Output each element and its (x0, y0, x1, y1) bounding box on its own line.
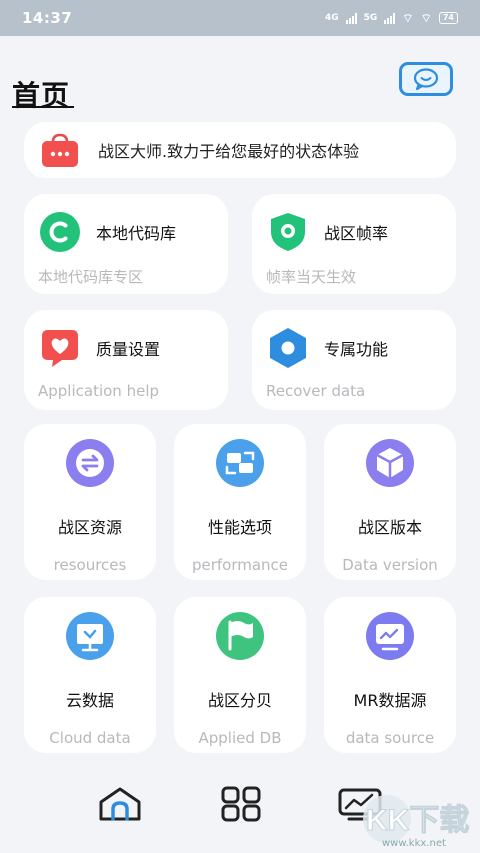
status-bar: 14:37 4G 5G ⌔ ⌔ 74 (0, 0, 480, 36)
banner-text: 战区大师.致力于给您最好的状态体验 (98, 142, 360, 161)
card-title: 战区资源 (57, 518, 122, 537)
card-subtitle: 帧率当天生效 (266, 268, 357, 286)
title-underline (12, 106, 74, 108)
hexagon-icon (270, 328, 306, 368)
grid-icon (221, 786, 261, 822)
cube-icon (366, 439, 414, 487)
watermark-site: www.kkx.net (382, 838, 446, 849)
wifi-icon: ⌔ (402, 10, 414, 25)
c-letter-icon (40, 212, 80, 252)
network-4g-label: 4G (324, 13, 339, 23)
board-icon (66, 612, 114, 660)
shield-eye-icon (271, 213, 305, 251)
status-time: 14:37 (22, 9, 73, 27)
heart-chat-icon (42, 330, 78, 367)
sync-icon (66, 439, 114, 487)
card-subtitle: Recover data (266, 382, 366, 400)
page-title: 首页 (12, 79, 71, 112)
flag-icon (216, 612, 264, 660)
battery-icon: 74 (438, 12, 458, 24)
card-subtitle: Applied DB (198, 729, 282, 747)
card-subtitle: Data version (342, 556, 438, 574)
chat-bubble-icon (413, 68, 439, 91)
nav-home[interactable] (97, 784, 143, 824)
card-subtitle: data source (345, 729, 435, 747)
card-subtitle: performance (191, 556, 289, 574)
home-icon (99, 787, 141, 821)
cloud-data-card[interactable]: 云数据 Cloud data (24, 597, 156, 753)
data-version-card[interactable]: 战区版本 Data version (324, 424, 456, 580)
swap-icon (216, 439, 264, 487)
nav-grid[interactable] (218, 784, 264, 824)
card-title: 本地代码库 (96, 224, 177, 243)
card-title: 性能选项 (207, 518, 272, 537)
card-title: MR数据源 (353, 691, 427, 710)
wifi-icon-2: ⌔ (420, 10, 432, 25)
quality-settings-card[interactable]: 质量设置 Application help (24, 310, 228, 410)
chat-button[interactable] (399, 62, 453, 96)
exclusive-features-card[interactable]: 专属功能 Recover data (252, 310, 456, 410)
card-subtitle: 本地代码库专区 (38, 268, 144, 286)
applied-db-card[interactable]: 战区分贝 Applied DB (174, 597, 306, 753)
frame-rate-card[interactable]: 战区帧率 帧率当天生效 (252, 194, 456, 294)
card-title: 云数据 (65, 691, 114, 710)
card-subtitle: Cloud data (49, 729, 131, 747)
network-5g-label: 5G (363, 13, 378, 23)
card-title: 战区版本 (357, 518, 422, 537)
signal-icon (345, 12, 357, 24)
performance-card[interactable]: 性能选项 performance (174, 424, 306, 580)
card-subtitle: resources (53, 556, 127, 574)
card-title: 战区分贝 (207, 691, 272, 710)
card-title: 质量设置 (96, 340, 161, 359)
banner-card[interactable]: 战区大师.致力于给您最好的状态体验 (24, 122, 456, 178)
card-title: 战区帧率 (324, 224, 389, 243)
data-source-card[interactable]: MR数据源 data source (324, 597, 456, 753)
signal-icon-2 (384, 12, 396, 24)
card-title: 专属功能 (324, 340, 389, 359)
local-code-card[interactable]: 本地代码库 本地代码库专区 (24, 194, 228, 294)
resources-card[interactable]: 战区资源 resources (24, 424, 156, 580)
watermark-text: KK下载 (366, 804, 469, 837)
status-icons: 4G 5G ⌔ ⌔ 74 (325, 11, 458, 26)
monitor-icon (366, 612, 414, 660)
card-subtitle: Application help (38, 382, 160, 400)
shopping-bag-icon (42, 133, 78, 167)
